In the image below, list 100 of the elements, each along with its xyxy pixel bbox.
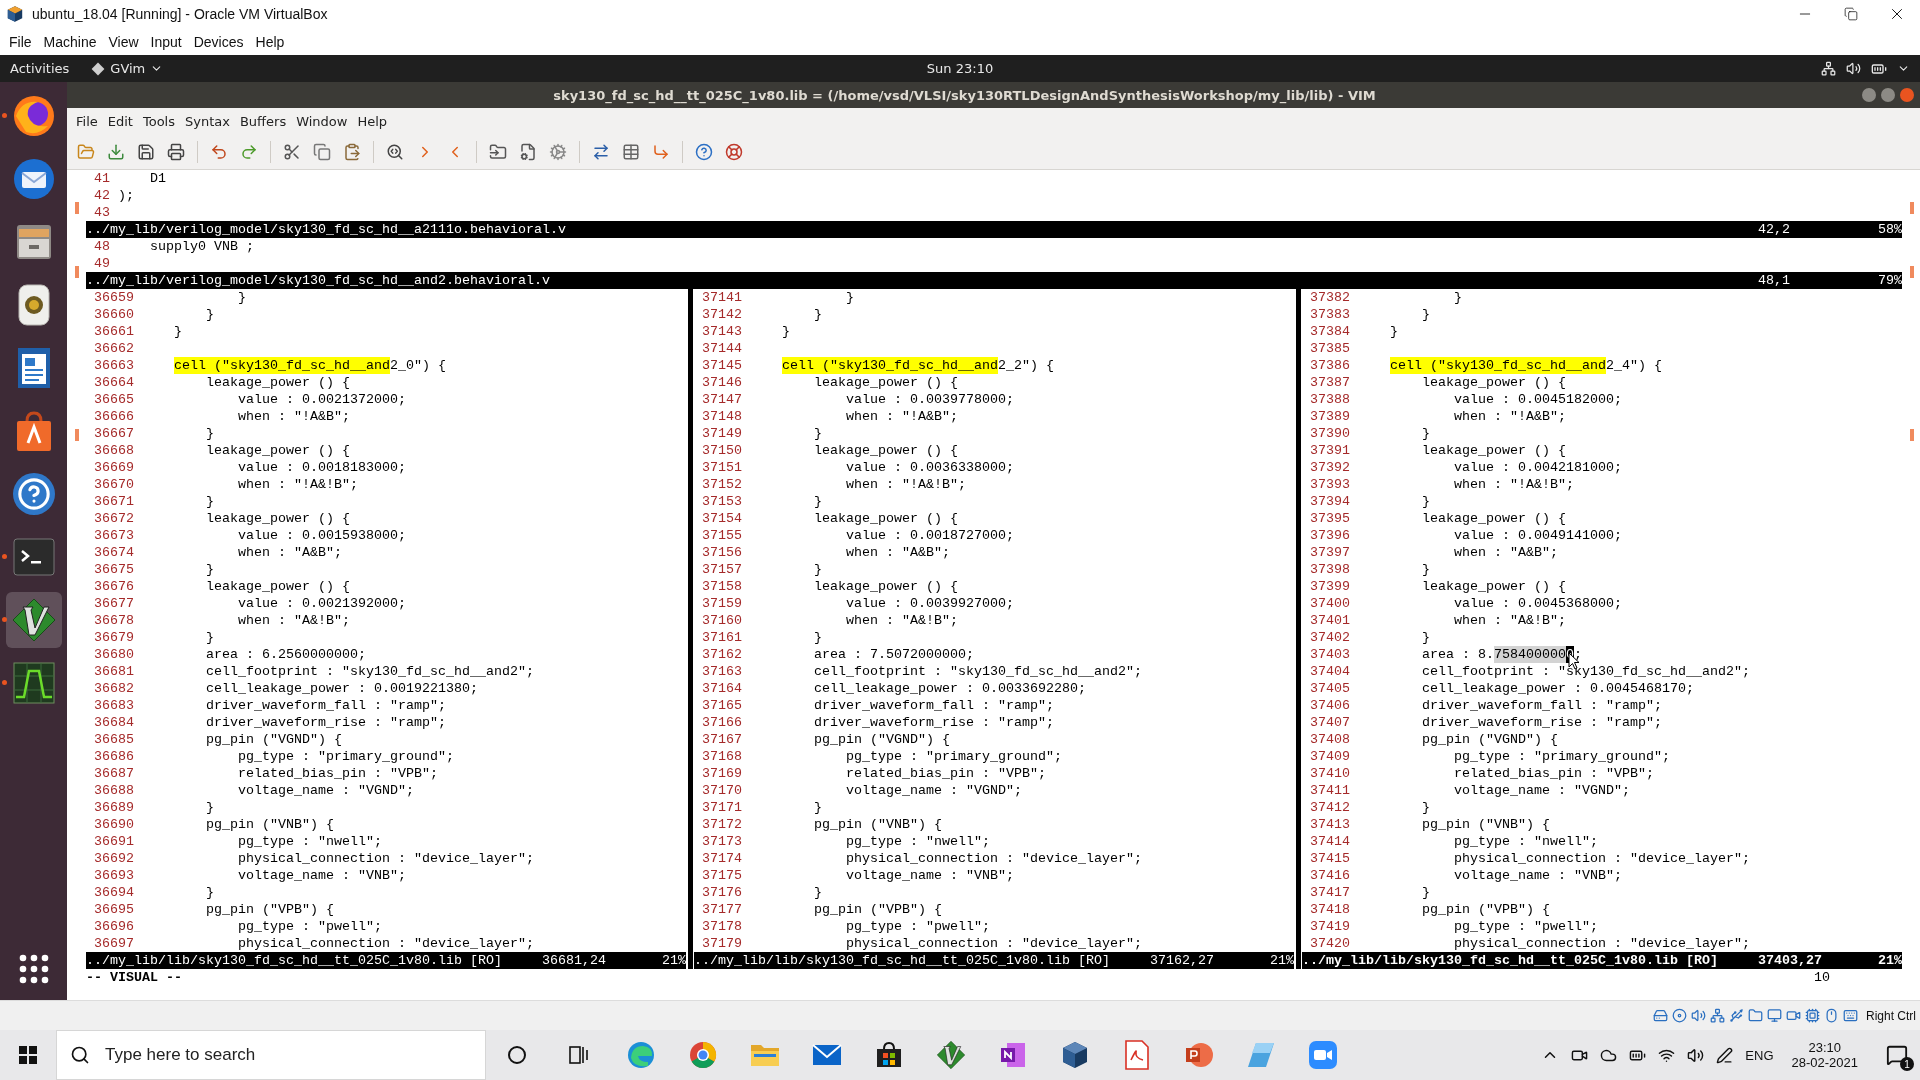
line-number: 36673 [94,528,134,543]
scroll-thumb[interactable] [75,429,79,441]
restore-icon[interactable] [1844,7,1858,21]
code-line: voltage_name : "VNB"; [1452,867,1622,884]
table-icon[interactable] [622,142,640,161]
terminal-icon[interactable] [11,537,56,577]
menu-item[interactable]: Buffers [234,111,292,131]
help-icon[interactable] [12,473,55,515]
browser-icon[interactable] [626,1040,656,1070]
menu-item[interactable]: Help [352,111,393,131]
monitor-icon[interactable] [1767,1008,1782,1023]
menu-item[interactable]: Help [250,31,290,52]
code-line: } [1421,629,1430,646]
lifebuoy-icon[interactable] [725,142,743,161]
scroll-thumb[interactable] [75,202,79,214]
arrows-icon[interactable] [592,142,610,161]
mail-icon[interactable] [11,157,56,201]
menu-item[interactable]: Window [291,111,353,131]
menu-item[interactable]: Machine [38,31,102,52]
globe-icon[interactable] [11,94,56,138]
download-icon[interactable] [107,142,125,161]
app-grid-icon[interactable] [18,954,49,984]
circle-icon[interactable] [506,1044,528,1066]
search-field[interactable]: Type here to search [56,1030,486,1080]
diamond-icon[interactable] [936,1040,966,1070]
line-number: 36680 [94,647,134,662]
menu-item[interactable]: File [71,111,103,131]
code-line: voltage_name : "VNB"; [844,867,1014,884]
scissors-icon[interactable] [283,142,301,161]
chart-icon[interactable] [11,661,56,705]
keyboard-icon[interactable] [1843,1008,1858,1023]
code-line: pg_pin ("VPB") { [813,901,942,918]
menu-item[interactable]: Tools [137,111,180,131]
app-menu[interactable]: GVim [110,61,146,76]
scroll-thumb[interactable] [1910,202,1914,214]
menu-item[interactable]: Syntax [180,111,235,131]
save-icon[interactable] [137,142,155,161]
redo-icon[interactable] [240,142,258,161]
folder-input-icon[interactable] [489,142,507,161]
task-view-icon[interactable] [568,1044,590,1066]
speaker-icon[interactable] [1687,1046,1705,1064]
clock-time[interactable]: 23:10 [1808,1040,1841,1055]
search-highlight: cell ("sky130_fd_sc_hd__and [1390,357,1606,374]
cpu-icon[interactable] [1805,1008,1820,1023]
folder-icon[interactable] [1748,1008,1763,1023]
language-indicator[interactable]: ENG [1745,1047,1774,1063]
notebook-icon[interactable] [999,1041,1027,1069]
menu-item[interactable]: View [103,31,144,52]
pen-icon[interactable] [1716,1046,1734,1064]
file-gear-icon[interactable] [519,142,537,161]
line-number: 36659 [94,290,134,305]
paste-icon[interactable] [343,142,361,161]
line-number: 36661 [94,324,134,339]
notification-icon[interactable] [1886,1044,1908,1066]
shopping-bag-icon[interactable] [875,1041,903,1069]
scroll-thumb[interactable] [1910,429,1914,441]
menu-item[interactable]: File [4,31,37,52]
network-icon[interactable] [1821,61,1836,76]
mouse-icon[interactable] [1824,1008,1839,1023]
menu-item[interactable]: Edit [102,111,138,131]
line-number: 36683 [94,698,134,713]
line-number: 36662 [94,341,134,356]
code-line: leakage_power () { [1421,510,1566,527]
maximize-button[interactable] [1881,88,1895,102]
line-number: 36695 [94,902,134,917]
scroll-thumb[interactable] [1910,266,1914,278]
menu-item[interactable]: Input [145,31,187,52]
browser-icon[interactable] [688,1040,718,1070]
activities-button[interactable]: Activities [10,61,70,76]
line-number: 37160 [702,613,742,628]
gear-icon[interactable] [549,142,567,161]
menu-item[interactable]: Devices [188,31,249,52]
minimize-button[interactable] [1862,88,1876,102]
line-number: 37413 [1310,817,1350,832]
scroll-thumb[interactable] [75,266,79,278]
folder-open-icon[interactable] [77,142,95,161]
copy-icon[interactable] [313,142,331,161]
disc-icon[interactable] [1672,1008,1687,1023]
printer-icon[interactable] [167,142,185,161]
line-number: 37410 [1310,766,1350,781]
line-number: 48 [94,239,110,254]
line-number: 37398 [1310,562,1350,577]
folder-icon[interactable] [750,1042,780,1068]
cube-icon[interactable] [1060,1040,1090,1070]
code-line: pg_pin ("VGND") { [205,731,342,748]
close-button[interactable] [1900,88,1914,102]
speaker-icon[interactable] [1846,61,1861,76]
clock-date[interactable]: 28-02-2021 [1791,1055,1858,1070]
hard-drive-icon[interactable] [1653,1008,1668,1023]
corner-arrow-icon[interactable] [652,142,670,161]
envelope-icon[interactable] [812,1043,842,1067]
clock[interactable]: Sun 23:10 [926,61,994,76]
undo-icon[interactable] [210,142,228,161]
start-icon[interactable] [19,1046,37,1064]
code-line: } [813,493,822,510]
find-replace-icon[interactable] [386,142,404,161]
code-line: leakage_power () { [813,374,958,391]
presentation-icon[interactable] [1184,1041,1214,1069]
line-number: 37168 [702,749,742,764]
usb-icon[interactable] [1729,1008,1744,1023]
